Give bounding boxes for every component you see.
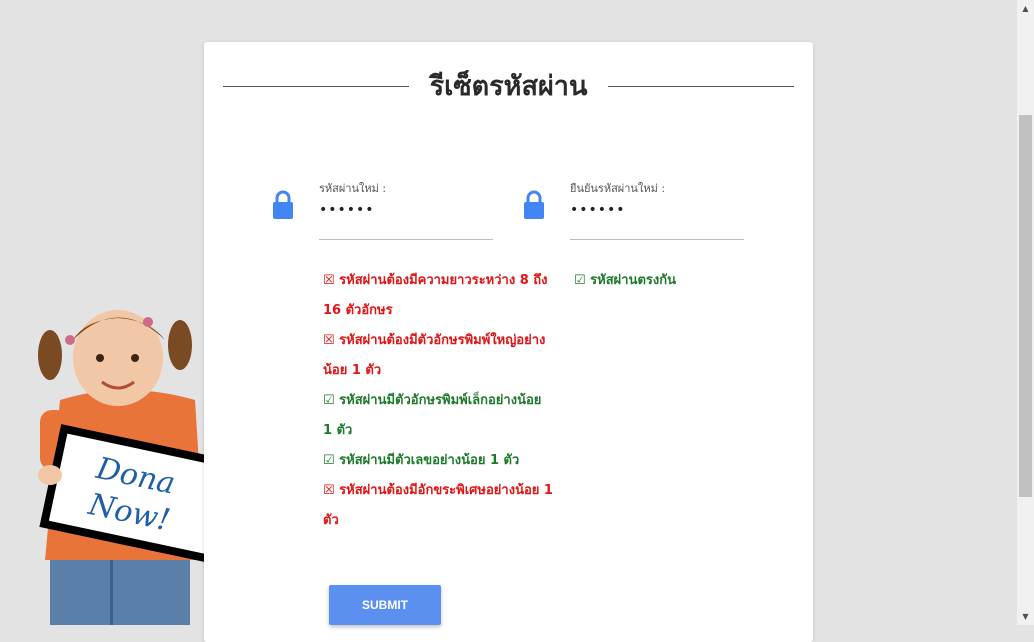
child-donate-illustration: Dona Now! (38, 310, 220, 625)
rule-lowercase: ☑ รหัสผ่านมีตัวอักษรพิมพ์เล็กอย่างน้อย 1… (323, 393, 542, 438)
new-password-underline (319, 239, 493, 240)
submit-button[interactable]: SUBMIT (329, 585, 441, 625)
confirm-password-field[interactable]: ยืนยันรหัสผ่านใหม่ : •••••• (521, 177, 766, 242)
confirm-password-label: ยืนยันรหัสผ่านใหม่ : (570, 182, 666, 195)
scroll-up-arrow-icon[interactable]: ▲ (1017, 0, 1034, 17)
vertical-scrollbar[interactable]: ▲ ▼ (1017, 0, 1034, 625)
rule-special-char: ☒ รหัสผ่านต้องมีอักขระพิเศษอย่างน้อย 1 ต… (323, 483, 553, 528)
rule-uppercase: ☒ รหัสผ่านต้องมีตัวอักษรพิมพ์ใหญ่อย่างน้… (323, 333, 546, 378)
title-divider-left (223, 86, 409, 87)
lock-icon (524, 190, 544, 219)
new-password-field[interactable]: รหัสผ่านใหม่ : •••••• (270, 177, 515, 242)
rule-length: ☒ รหัสผ่านต้องมีความยาวระหว่าง 8 ถึง 16 … (323, 273, 548, 318)
rule-passwords-match: ☑ รหัสผ่านตรงกัน (574, 273, 677, 288)
title-row: รีเซ็ตรหัสผ่าน (223, 69, 794, 109)
scroll-thumb[interactable] (1019, 115, 1032, 497)
confirm-password-underline (570, 239, 744, 240)
reset-password-card: รีเซ็ตรหัสผ่าน รหัสผ่านใหม่ : •••••• ยืน… (204, 42, 813, 642)
new-password-label: รหัสผ่านใหม่ : (319, 182, 387, 195)
new-password-input[interactable]: •••••• (319, 202, 375, 218)
scroll-down-arrow-icon[interactable]: ▼ (1017, 608, 1034, 625)
rule-digit: ☑ รหัสผ่านมีตัวเลขอย่างน้อย 1 ตัว (323, 453, 520, 468)
password-rules-list: ☒ รหัสผ่านต้องมีความยาวระหว่าง 8 ถึง 16 … (323, 266, 553, 536)
page-title: รีเซ็ตรหัสผ่าน (429, 71, 588, 102)
title-divider-right (608, 86, 794, 87)
confirm-password-input[interactable]: •••••• (570, 202, 626, 218)
lock-icon (273, 190, 293, 219)
